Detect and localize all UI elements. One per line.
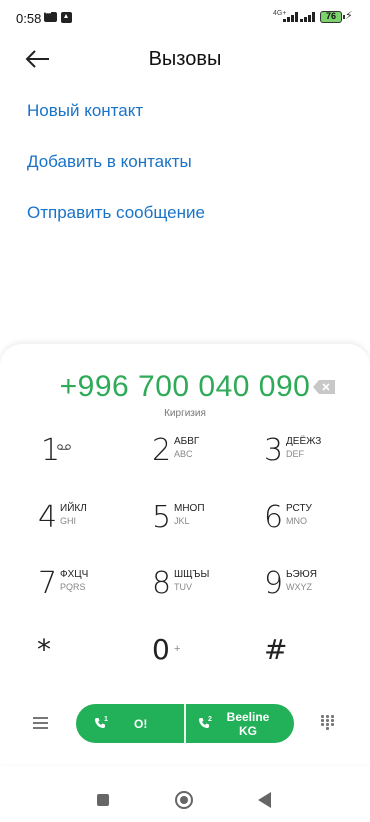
sim2-carrier-line2: KG bbox=[239, 724, 257, 738]
backspace-icon bbox=[313, 380, 335, 394]
status-bar: 0:58 4G+ 76 ⚡ bbox=[0, 0, 370, 36]
battery-icon: 76 bbox=[320, 11, 345, 23]
add-to-contacts-link[interactable]: Добавить в контакты bbox=[27, 152, 192, 172]
recents-nav-icon[interactable] bbox=[97, 794, 109, 806]
key-letters-cyrillic: РСТУ bbox=[286, 503, 312, 514]
upload-icon bbox=[61, 12, 72, 23]
key-letters-latin: WXYZ bbox=[286, 582, 312, 592]
key-letters-cyrillic: ФХЦЧ bbox=[60, 569, 89, 580]
sim2-carrier: Beeline KG bbox=[220, 710, 276, 738]
key-digit: 5 bbox=[152, 500, 172, 535]
key-5[interactable]: 5 МНОП JKL bbox=[152, 500, 262, 556]
message-icon bbox=[44, 8, 57, 22]
key-0[interactable]: 0 bbox=[152, 633, 170, 666]
key-digit: 7 bbox=[38, 566, 58, 601]
key-letters-latin: MNO bbox=[286, 516, 307, 526]
key-1[interactable]: 1 bbox=[41, 433, 151, 489]
key-digit: 2 bbox=[152, 433, 172, 468]
charging-icon: ⚡ bbox=[345, 10, 353, 22]
key-0-plus-label: + bbox=[174, 643, 181, 655]
back-nav-icon[interactable] bbox=[258, 792, 271, 808]
voicemail-icon bbox=[57, 444, 71, 450]
key-7[interactable]: 7 ФХЦЧ PQRS bbox=[38, 566, 148, 622]
call-sim2-button[interactable]: 2 Beeline KG bbox=[186, 704, 294, 743]
key-letters-latin: TUV bbox=[174, 582, 192, 592]
key-letters-cyrillic: ИЙКЛ bbox=[60, 503, 87, 514]
menu-icon[interactable] bbox=[33, 717, 48, 729]
backspace-button[interactable] bbox=[313, 380, 335, 394]
key-letters-cyrillic: МНОП bbox=[174, 503, 205, 514]
key-digit: 6 bbox=[264, 500, 284, 535]
key-letters-cyrillic: ШЩЪЫ bbox=[174, 569, 210, 580]
key-digit: 3 bbox=[264, 433, 284, 468]
key-digit: 8 bbox=[152, 566, 172, 601]
key-letters-cyrillic: ЬЭЮЯ bbox=[286, 569, 317, 580]
call-buttons: 1 O! 2 Beeline KG bbox=[76, 704, 294, 743]
key-8[interactable]: 8 ШЩЪЫ TUV bbox=[152, 566, 262, 622]
key-letters-cyrillic: АБВГ bbox=[174, 436, 200, 447]
key-star[interactable]: * bbox=[37, 633, 51, 666]
key-digit: 4 bbox=[38, 500, 58, 535]
key-2[interactable]: 2 АБВГ ABC bbox=[152, 433, 262, 489]
sim-number: 2 bbox=[208, 716, 212, 723]
call-sim1-button[interactable]: 1 O! bbox=[76, 704, 184, 743]
key-digit: 1 bbox=[41, 433, 61, 468]
number-region: Киргизия bbox=[164, 408, 206, 419]
page-title: Вызовы bbox=[148, 48, 222, 70]
key-6[interactable]: 6 РСТУ MNO bbox=[264, 500, 370, 556]
key-letters-cyrillic: ДЕЁЖЗ bbox=[286, 436, 322, 447]
key-letters-latin: GHI bbox=[60, 516, 77, 526]
signal-icon bbox=[300, 11, 318, 22]
key-3[interactable]: 3 ДЕЁЖЗ DEF bbox=[264, 433, 370, 489]
dialpad-toggle-icon[interactable] bbox=[321, 715, 335, 731]
key-letters-latin: PQRS bbox=[60, 582, 86, 592]
key-9[interactable]: 9 ЬЭЮЯ WXYZ bbox=[264, 566, 370, 622]
key-digit: 9 bbox=[264, 566, 284, 601]
send-message-link[interactable]: Отправить сообщение bbox=[27, 203, 205, 223]
sim-number: 1 bbox=[104, 716, 108, 723]
key-letters-latin: ABC bbox=[174, 449, 193, 459]
key-letters-latin: DEF bbox=[286, 449, 304, 459]
new-contact-link[interactable]: Новый контакт bbox=[27, 101, 143, 121]
key-letters-latin: JKL bbox=[174, 516, 190, 526]
sim1-carrier: O! bbox=[134, 717, 148, 731]
sim2-carrier-line1: Beeline bbox=[226, 710, 270, 724]
status-time: 0:58 bbox=[16, 11, 42, 26]
signal-icon bbox=[283, 11, 301, 22]
key-hash[interactable]: # bbox=[264, 633, 287, 666]
home-nav-icon[interactable] bbox=[175, 791, 193, 809]
key-4[interactable]: 4 ИЙКЛ GHI bbox=[38, 500, 148, 556]
